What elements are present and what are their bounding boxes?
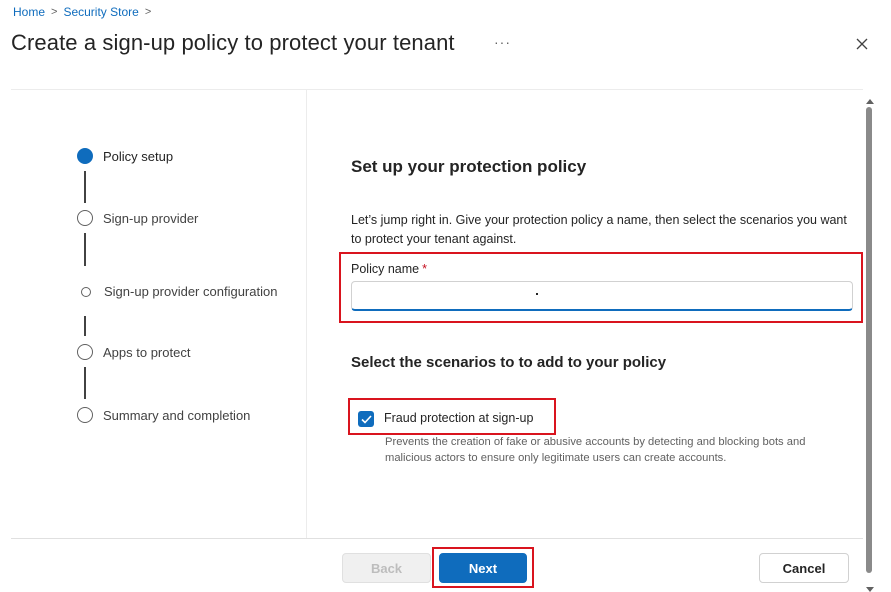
step-summary-and-completion: Summary and completion bbox=[77, 407, 250, 423]
step-apps-to-protect: Apps to protect bbox=[77, 344, 190, 360]
step-connector bbox=[84, 316, 86, 336]
policy-name-label: Policy name * bbox=[351, 262, 427, 276]
step-connector bbox=[84, 233, 86, 266]
stepper-divider bbox=[306, 90, 307, 538]
breadcrumb-separator: > bbox=[51, 6, 58, 18]
fraud-protection-description: Prevents the creation of fake or abusive… bbox=[385, 436, 806, 464]
step-label: Summary and completion bbox=[103, 407, 251, 423]
text-cursor bbox=[536, 293, 538, 295]
step-label: Apps to protect bbox=[103, 344, 191, 360]
scroll-down-arrow-icon[interactable] bbox=[866, 580, 874, 592]
scrollbar-thumb[interactable] bbox=[866, 107, 872, 573]
page-title: Create a sign-up policy to protect your … bbox=[11, 30, 455, 55]
step-sign-up-provider: Sign-up provider bbox=[77, 210, 198, 226]
step-label: Sign-up provider bbox=[103, 210, 199, 226]
fraud-protection-label[interactable]: Fraud protection at sign-up bbox=[384, 411, 533, 425]
step-label: Policy setup bbox=[103, 148, 174, 164]
policy-name-input[interactable] bbox=[351, 281, 853, 311]
checkmark-icon bbox=[360, 414, 372, 424]
step-sign-up-provider-configuration: Sign-up provider configuration bbox=[78, 284, 277, 299]
step-pending-icon bbox=[77, 407, 93, 423]
fraud-protection-checkbox[interactable] bbox=[358, 411, 374, 427]
close-icon[interactable] bbox=[852, 34, 872, 54]
breadcrumb-security-store[interactable]: Security Store bbox=[63, 5, 138, 19]
step-label: Sign-up provider configuration bbox=[104, 284, 278, 299]
breadcrumb-separator: > bbox=[144, 6, 152, 18]
step-active-icon bbox=[77, 148, 93, 164]
step-pending-icon bbox=[77, 210, 93, 226]
back-button[interactable]: Back bbox=[342, 553, 431, 583]
cancel-button[interactable]: Cancel bbox=[759, 553, 849, 583]
scroll-up-arrow-icon[interactable] bbox=[866, 93, 874, 104]
step-policy-setup: Policy setup bbox=[77, 148, 173, 164]
more-options-icon[interactable]: ··· bbox=[494, 34, 511, 50]
header-divider bbox=[11, 89, 863, 90]
step-pending-icon bbox=[77, 344, 93, 360]
intro-text: Let’s jump right in. Give your protectio… bbox=[351, 213, 847, 246]
step-connector bbox=[84, 171, 86, 203]
step-connector bbox=[84, 367, 86, 399]
breadcrumb-home[interactable]: Home bbox=[13, 5, 45, 19]
section-title: Set up your protection policy bbox=[351, 157, 587, 176]
required-marker: * bbox=[422, 262, 427, 276]
breadcrumb: Home > Security Store > bbox=[13, 4, 157, 20]
substep-pending-icon bbox=[81, 286, 91, 297]
footer-divider bbox=[11, 538, 863, 539]
scenarios-title: Select the scenarios to to add to your p… bbox=[351, 354, 667, 371]
next-button[interactable]: Next bbox=[439, 553, 527, 583]
